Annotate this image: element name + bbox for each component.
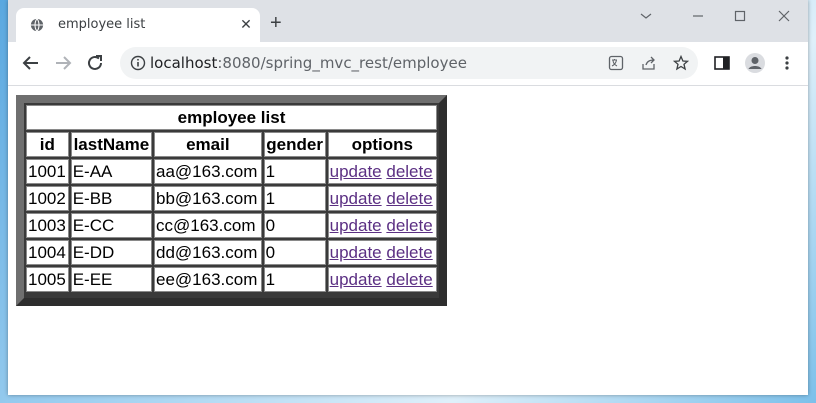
cell-gender: 1: [263, 267, 326, 292]
new-tab-button[interactable]: +: [270, 13, 282, 33]
back-icon[interactable]: [20, 52, 42, 74]
url-text[interactable]: localhost:8080/spring_mvc_rest/employee: [150, 54, 467, 72]
url-path: :8080/spring_mvc_rest/employee: [217, 54, 467, 72]
tab-employee-list[interactable]: employee list ✕: [16, 8, 260, 42]
delete-link[interactable]: delete: [386, 243, 432, 262]
delete-link[interactable]: delete: [386, 162, 432, 181]
cell-lastname: E-BB: [70, 186, 153, 211]
header-email: email: [154, 132, 262, 157]
delete-link[interactable]: delete: [386, 189, 432, 208]
table-row: 1005 E-EE ee@163.com 1 update delete: [26, 267, 437, 292]
globe-icon: [30, 18, 44, 32]
header-options: options: [327, 132, 437, 157]
translate-icon[interactable]: [608, 55, 624, 71]
minimize-window-icon[interactable]: [684, 4, 712, 28]
delete-link[interactable]: delete: [386, 216, 432, 235]
page-content: employee list id lastName email gender o…: [8, 86, 808, 395]
window-close-icon[interactable]: [770, 4, 798, 28]
forward-icon[interactable]: [52, 52, 74, 74]
cell-email: bb@163.com: [154, 186, 262, 211]
profile-icon[interactable]: [744, 52, 766, 74]
cell-gender: 0: [263, 213, 326, 238]
table-row: 1002 E-BB bb@163.com 1 update delete: [26, 186, 437, 211]
table-caption-row: employee list: [26, 105, 437, 130]
cell-options: update delete: [327, 267, 437, 292]
close-icon[interactable]: ✕: [238, 16, 254, 32]
cell-lastname: E-AA: [70, 159, 153, 184]
cell-gender: 1: [263, 186, 326, 211]
cell-options: update delete: [327, 186, 437, 211]
browser-window: employee list ✕ + localhost:8080/spring_…: [8, 0, 808, 395]
star-icon[interactable]: [673, 55, 689, 71]
update-link[interactable]: update: [330, 162, 382, 181]
cell-options: update delete: [327, 159, 437, 184]
cell-lastname: E-DD: [70, 240, 153, 265]
delete-link[interactable]: delete: [386, 270, 432, 289]
table-title: employee list: [26, 105, 437, 130]
header-lastname: lastName: [70, 132, 153, 157]
header-gender: gender: [263, 132, 326, 157]
cell-id: 1003: [26, 213, 69, 238]
sidebar-icon[interactable]: [713, 54, 731, 72]
table-row: 1004 E-DD dd@163.com 0 update delete: [26, 240, 437, 265]
address-bar[interactable]: localhost:8080/spring_mvc_rest/employee: [120, 47, 698, 79]
update-link[interactable]: update: [330, 216, 382, 235]
employee-table-frame: employee list id lastName email gender o…: [16, 95, 447, 306]
tab-strip: employee list ✕ +: [8, 0, 808, 42]
cell-id: 1004: [26, 240, 69, 265]
menu-icon[interactable]: [778, 54, 796, 72]
url-host: localhost: [150, 54, 218, 72]
update-link[interactable]: update: [330, 270, 382, 289]
share-icon[interactable]: [641, 55, 657, 71]
cell-email: aa@163.com: [154, 159, 262, 184]
cell-email: ee@163.com: [154, 267, 262, 292]
cell-lastname: E-EE: [70, 267, 153, 292]
cell-options: update delete: [327, 213, 437, 238]
browser-toolbar: localhost:8080/spring_mvc_rest/employee: [8, 42, 808, 86]
cell-id: 1001: [26, 159, 69, 184]
cell-id: 1005: [26, 267, 69, 292]
cell-options: update delete: [327, 240, 437, 265]
cell-gender: 1: [263, 159, 326, 184]
reload-icon[interactable]: [84, 52, 106, 74]
maximize-icon[interactable]: [726, 4, 754, 28]
cell-gender: 0: [263, 240, 326, 265]
cell-email: cc@163.com: [154, 213, 262, 238]
tab-title: employee list: [58, 17, 146, 32]
cell-id: 1002: [26, 186, 69, 211]
cell-lastname: E-CC: [70, 213, 153, 238]
table-row: 1003 E-CC cc@163.com 0 update delete: [26, 213, 437, 238]
employee-table: employee list id lastName email gender o…: [24, 103, 439, 294]
update-link[interactable]: update: [330, 189, 382, 208]
table-header-row: id lastName email gender options: [26, 132, 437, 157]
info-icon[interactable]: [130, 55, 146, 71]
header-id: id: [26, 132, 69, 157]
minimize-icon[interactable]: [632, 4, 660, 28]
cell-email: dd@163.com: [154, 240, 262, 265]
update-link[interactable]: update: [330, 243, 382, 262]
table-row: 1001 E-AA aa@163.com 1 update delete: [26, 159, 437, 184]
